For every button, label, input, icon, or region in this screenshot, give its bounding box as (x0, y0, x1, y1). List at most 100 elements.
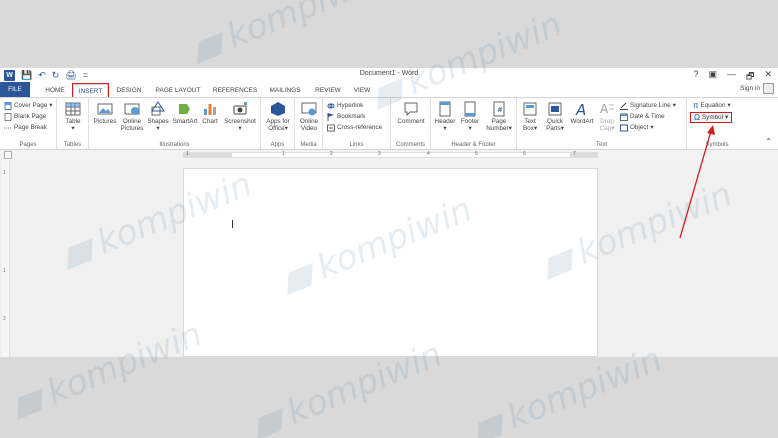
tab-insert[interactable]: INSERT (72, 83, 109, 98)
ribbon-tabs: FILE HOME INSERT DESIGN PAGE LAYOUT REFE… (0, 82, 778, 98)
tab-view[interactable]: VIEW (350, 84, 374, 97)
screenshot-button[interactable]: Screenshot ▾ (222, 101, 258, 132)
ruler-number: 4 (427, 151, 430, 157)
group-label-comments: Comments (395, 142, 425, 148)
group-comments: Comment Comments (391, 98, 431, 149)
hyperlink-button[interactable]: Hyperlink (327, 101, 363, 110)
group-tables: Table ▾ Tables (57, 98, 89, 149)
group-symbols: π Equation ▾ Ω Symbol ▾ Symbols (687, 98, 747, 149)
chart-icon (204, 104, 216, 115)
avatar (763, 83, 774, 94)
equation-button[interactable]: π Equation ▾ (693, 101, 731, 110)
online-video-button[interactable]: Online Video (297, 101, 321, 132)
svg-text:A: A (575, 101, 586, 117)
cross-reference-button[interactable]: Cross-reference (327, 123, 382, 132)
chart-button[interactable]: Chart (200, 101, 220, 125)
picture-icon (97, 103, 113, 115)
cover-page-button[interactable]: Cover Page ▾ (4, 101, 52, 110)
shapes-icon (151, 101, 165, 116)
date-time-button[interactable]: Date & Time (620, 112, 665, 121)
pi-icon: π (693, 101, 699, 110)
group-label-media: Media (300, 142, 317, 148)
ruler-left-margin (184, 153, 232, 157)
tab-design[interactable]: DESIGN (114, 84, 144, 97)
shapes-button[interactable]: Shapes ▾ (146, 101, 170, 132)
group-label-text: Text (595, 142, 607, 148)
collapse-ribbon-icon[interactable]: ⌃ (765, 137, 772, 146)
hyperlink-icon (327, 103, 335, 108)
vertical-ruler: 1 1 2 (2, 160, 10, 357)
text-box-button[interactable]: Text Box▾ (519, 101, 541, 132)
smartart-button[interactable]: SmartArt (171, 101, 199, 125)
video-icon (301, 102, 317, 116)
symbol-button[interactable]: Ω Symbol ▾ (689, 112, 733, 123)
drop-cap-icon: A (600, 102, 614, 116)
comment-button[interactable]: Comment (394, 101, 428, 125)
ruler-number: 7 (573, 151, 576, 157)
tab-mailings[interactable]: MAILINGS (265, 84, 305, 97)
header-icon (439, 101, 451, 117)
group-label-apps: Apps (270, 142, 285, 148)
footer-icon (464, 101, 476, 117)
calendar-icon (620, 113, 628, 121)
wordart-button[interactable]: A WordArt (568, 101, 596, 125)
document-page[interactable] (183, 168, 598, 357)
page-number-icon: # (493, 101, 505, 117)
ruler-number: 6 (523, 151, 526, 157)
ruler-number: 2 (330, 151, 333, 157)
wordart-icon: A (575, 101, 586, 117)
apps-for-office-button[interactable]: Apps for Office▾ (263, 101, 293, 132)
ruler-number: 1 (282, 151, 285, 157)
group-label-pages: Pages (19, 142, 37, 148)
page-break-button[interactable]: Page Break (4, 123, 47, 132)
object-button[interactable]: Object ▾ (620, 123, 653, 132)
footer-button[interactable]: Footer ▾ (458, 101, 482, 132)
apps-icon (271, 102, 285, 116)
tab-home[interactable]: HOME (40, 84, 70, 97)
quick-parts-button[interactable]: Quick Parts▾ (543, 101, 567, 132)
tab-review[interactable]: REVIEW (312, 84, 344, 97)
ruler-strip[interactable]: 1 1 2 3 4 5 6 7 (183, 151, 598, 158)
drop-cap-button[interactable]: A Drop Cap▾ (597, 101, 617, 132)
online-picture-icon (124, 103, 140, 115)
ribbon: Cover Page ▾ Blank Page Page Break Pages … (0, 97, 778, 150)
tab-page-layout[interactable]: PAGE LAYOUT (152, 84, 204, 97)
bookmark-icon (327, 112, 334, 121)
signature-line-button[interactable]: Signature Line ▾ (620, 101, 676, 110)
tab-file[interactable]: FILE (0, 82, 30, 97)
group-pages: Cover Page ▾ Blank Page Page Break Pages (0, 98, 57, 149)
ruler-number: 3 (378, 151, 381, 157)
text-cursor (232, 220, 233, 228)
ruler-number: 1 (186, 151, 189, 157)
ruler-number: 5 (475, 151, 478, 157)
object-icon (620, 124, 628, 131)
cross-reference-icon (327, 124, 335, 131)
pictures-button[interactable]: Pictures (92, 101, 118, 125)
text-box-icon (523, 102, 537, 116)
group-illustrations: Pictures Online Pictures Shapes ▾ SmartArt… (89, 98, 261, 149)
group-label-header-footer: Header & Footer (451, 142, 496, 148)
table-button[interactable]: Table ▾ (61, 101, 85, 132)
tab-selector[interactable] (4, 151, 12, 159)
comment-icon (404, 102, 418, 117)
blank-page-icon (4, 112, 12, 121)
group-links: Hyperlink Bookmark Cross-reference Links (323, 98, 391, 149)
group-label-links: Links (349, 142, 364, 148)
online-pictures-button[interactable]: Online Pictures (119, 101, 145, 132)
word-window: W 💾 ↶ ↻ 🖨 = Document1 - Word ? ▣ — 🗗 ✕ F… (0, 68, 778, 357)
horizontal-ruler: 1 1 2 3 4 5 6 7 (0, 150, 778, 160)
blank-page-button[interactable]: Blank Page (4, 112, 46, 121)
sign-in[interactable]: Sign in (740, 83, 774, 94)
group-text: Text Box▾ Quick Parts▾ A WordArt A Drop Cap… (517, 98, 687, 149)
screenshot-top-margin (0, 0, 778, 68)
page-number-button[interactable]: # Page Number▾ (483, 101, 515, 132)
table-icon (65, 102, 81, 116)
group-label-tables: Tables (63, 142, 82, 148)
tab-references[interactable]: REFERENCES (210, 84, 260, 97)
group-label-illustrations: Illustrations (159, 142, 190, 148)
document-area: 1 1 2 (0, 160, 778, 357)
header-button[interactable]: Header ▾ (433, 101, 457, 132)
cover-page-icon (4, 101, 12, 110)
omega-icon: Ω (694, 113, 700, 122)
bookmark-button[interactable]: Bookmark (327, 112, 365, 121)
